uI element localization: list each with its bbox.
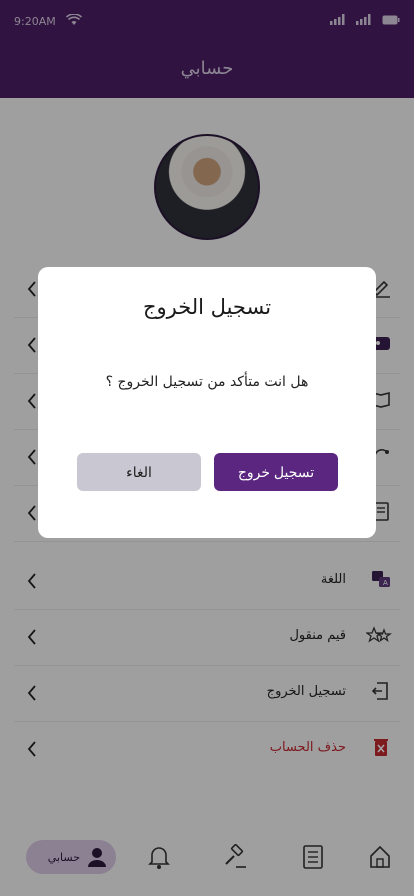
dialog-message: هل انت متأكد من تسجيل الخروج ؟	[105, 374, 309, 390]
confirm-logout-button[interactable]: تسجيل خروج	[214, 453, 338, 491]
logout-dialog: تسجيل الخروج هل انت متأكد من تسجيل الخرو…	[38, 267, 376, 538]
cancel-button[interactable]: الغاء	[77, 453, 201, 491]
dialog-title: تسجيل الخروج	[142, 295, 272, 319]
